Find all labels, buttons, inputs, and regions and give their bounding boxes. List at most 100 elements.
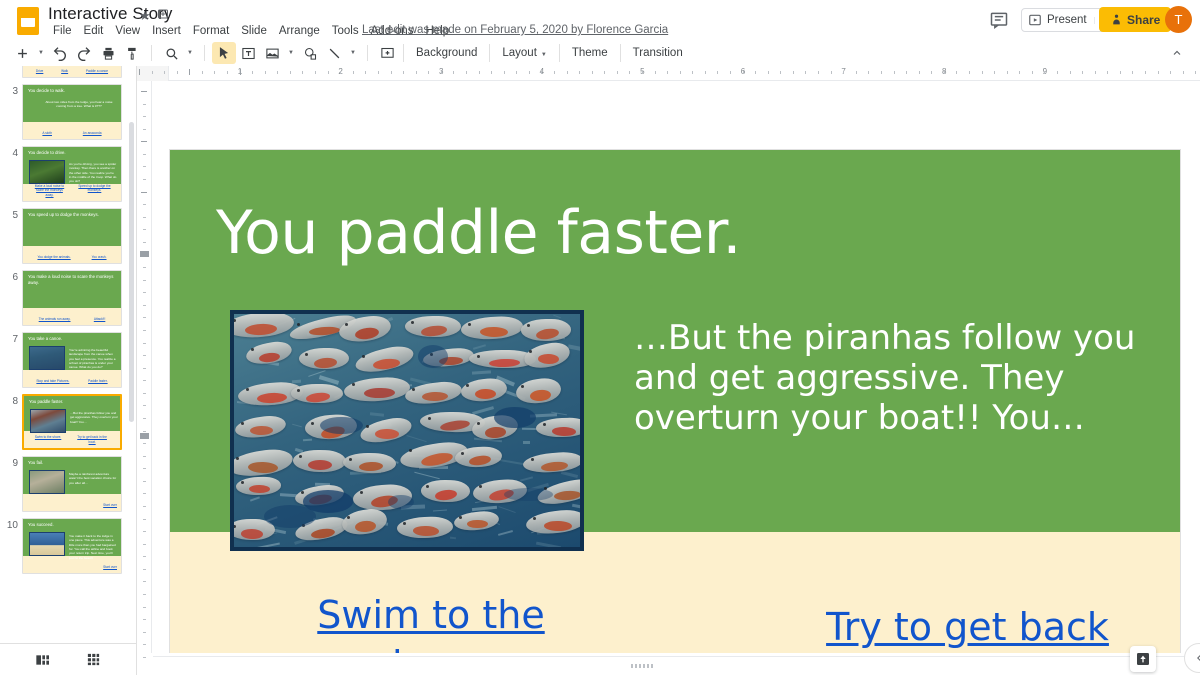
menu-arrange[interactable]: Arrange: [273, 22, 326, 40]
menu-slide[interactable]: Slide: [235, 22, 273, 40]
slide-canvas[interactable]: You paddle faster. …But the piranhas fol…: [170, 150, 1180, 653]
slide-filmstrip[interactable]: 2You go on a rainforest adventure for va…: [0, 66, 137, 675]
ruler-tick: [143, 581, 146, 583]
line-icon[interactable]: [322, 42, 346, 64]
slide-thumbnail-selected[interactable]: You paddle faster. …But the piranhas foll…: [22, 394, 122, 450]
filmstrip-row[interactable]: 6 You make a loud noise to scare the monk…: [0, 264, 136, 326]
water-gap: [494, 406, 536, 429]
thumbnail-link[interactable]: Start over: [103, 503, 117, 507]
ruler-tick: [1145, 71, 1146, 74]
present-button[interactable]: Present ▼: [1021, 8, 1112, 32]
piranha-eye: [298, 455, 302, 459]
slide-thumbnail[interactable]: You speed up to dodge the monkeys. You do…: [22, 208, 122, 264]
thumbnail-link[interactable]: Walk: [61, 69, 68, 73]
slide-thumbnail[interactable]: You decide to walk. About two miles from …: [22, 84, 122, 140]
collapse-toolbar-chevron-up-icon[interactable]: [1166, 42, 1188, 64]
thumbnail-link[interactable]: Paddle a canoe: [86, 69, 108, 73]
new-slide-button[interactable]: [10, 42, 34, 64]
background-button[interactable]: Background: [408, 43, 485, 63]
undo-icon[interactable]: [48, 42, 72, 64]
image-chevron-down-icon[interactable]: ▼: [284, 42, 298, 64]
menu-file[interactable]: File: [47, 22, 78, 40]
filmstrip-row[interactable]: 8 You paddle faster. …But the piranhas fol…: [0, 388, 136, 450]
slide-thumbnail[interactable]: You fail. Maybe a rainforest adventure wa…: [22, 456, 122, 512]
comment-history-icon[interactable]: [989, 10, 1009, 30]
thumbnail-link[interactable]: Speed up to dodge the monkeys.: [78, 184, 112, 197]
filmstrip-row[interactable]: 4 You decide to drive. As you're driving, …: [0, 140, 136, 202]
ruler-tick: [315, 71, 317, 74]
ruler-tick: [994, 71, 996, 74]
add-comment-icon[interactable]: [375, 42, 399, 64]
thumbnail-link[interactable]: Stop and take Pictures.: [36, 379, 69, 383]
menu-format[interactable]: Format: [187, 22, 235, 40]
menu-view[interactable]: View: [109, 22, 146, 40]
thumbnail-title: You fail.: [28, 460, 44, 465]
choice-link-back-in-boat[interactable]: Try to get back in the boat.: [825, 603, 1110, 653]
thumbnail-link[interactable]: You crash.: [92, 255, 107, 259]
line-chevron-down-icon[interactable]: ▼: [346, 42, 360, 64]
thumbnail-link[interactable]: Swim to the shore.: [35, 435, 61, 444]
filmstrip-view-icon[interactable]: [33, 650, 53, 670]
menu-edit[interactable]: Edit: [78, 22, 110, 40]
ruler-tick: [943, 71, 945, 74]
shape-icon[interactable]: [298, 42, 322, 64]
filmstrip-row[interactable]: 2You go on a rainforest adventure for va…: [0, 66, 136, 78]
thumbnail-link[interactable]: You dodge the animals.: [37, 255, 70, 259]
thumbnail-link[interactable]: Attack!!!: [94, 317, 106, 321]
thumbnail-link[interactable]: Try to get back in the boat.: [75, 435, 109, 444]
thumbnail-link[interactable]: A sloth: [42, 131, 52, 135]
indent-marker-top[interactable]: [140, 251, 149, 257]
last-edit-link[interactable]: Last edit was made on February 5, 2020 b…: [362, 24, 668, 36]
indent-marker-bottom[interactable]: [140, 433, 149, 439]
menu-tools[interactable]: Tools: [326, 22, 365, 40]
filmstrip-row[interactable]: 7 You take a canoe. You're admiring the be…: [0, 326, 136, 388]
slide-thumbnail[interactable]: You go on a rainforest adventure for vac…: [22, 66, 122, 78]
transition-button[interactable]: Transition: [625, 43, 691, 63]
page-title[interactable]: Interactive Story: [48, 4, 173, 24]
filmstrip-row[interactable]: 3 You decide to walk. About two miles from…: [0, 78, 136, 140]
filmstrip-row[interactable]: 10 You succeed. You make it back to the lo…: [0, 512, 136, 574]
slide-thumbnail[interactable]: You decide to drive. As you're driving, y…: [22, 146, 122, 202]
share-button[interactable]: Share: [1099, 7, 1172, 32]
slide-thumbnail[interactable]: You make a loud noise to scare the monke…: [22, 270, 122, 326]
filmstrip-row[interactable]: 9 You fail. Maybe a rainforest adventure w…: [0, 450, 136, 512]
piranha-eye: [427, 416, 431, 420]
thumbnail-link[interactable]: Drive: [36, 69, 43, 73]
layout-label: Layout: [502, 47, 537, 59]
horizontal-ruler[interactable]: 123456789: [139, 66, 1200, 81]
thumbnail-link[interactable]: Start over: [103, 565, 117, 569]
slide-title-text[interactable]: You paddle faster.: [216, 198, 742, 268]
thumbnail-link[interactable]: Paddle faster.: [88, 379, 108, 383]
paint-format-icon[interactable]: [120, 42, 144, 64]
print-icon[interactable]: [96, 42, 120, 64]
grid-view-icon[interactable]: [84, 650, 104, 670]
vertical-ruler[interactable]: [137, 81, 152, 658]
avatar[interactable]: T: [1165, 6, 1192, 33]
theme-button[interactable]: Theme: [564, 43, 616, 63]
move-to-folder-icon[interactable]: [157, 8, 169, 20]
thumbnail-link[interactable]: Make a loud noise to scare the monkeys a…: [33, 184, 67, 197]
menu-insert[interactable]: Insert: [146, 22, 187, 40]
image-icon[interactable]: [260, 42, 284, 64]
slide-image-piranhas[interactable]: [230, 310, 584, 551]
water-streak: [497, 530, 513, 537]
slide-thumbnail[interactable]: You succeed. You make it back to the lodg…: [22, 518, 122, 574]
notes-resize-grip[interactable]: [153, 661, 1130, 671]
textbox-icon[interactable]: [236, 42, 260, 64]
zoom-icon[interactable]: [159, 42, 183, 64]
thumbnail-link[interactable]: An anaconda: [83, 131, 102, 135]
slide-thumbnail[interactable]: You take a canoe. You're admiring the bea…: [22, 332, 122, 388]
filmstrip-scrollbar[interactable]: [129, 66, 135, 675]
filmstrip-row[interactable]: 5 You speed up to dodge the monkeys. You d…: [0, 202, 136, 264]
redo-icon[interactable]: [72, 42, 96, 64]
explore-button[interactable]: [1130, 646, 1156, 672]
filmstrip-scroll-thumb[interactable]: [129, 122, 134, 422]
slide-canvas-area[interactable]: You paddle faster. …But the piranhas fol…: [153, 82, 1200, 653]
select-cursor-icon[interactable]: [212, 42, 236, 64]
new-slide-chevron-down-icon[interactable]: ▼: [34, 42, 48, 64]
zoom-chevron-down-icon[interactable]: ▼: [183, 42, 197, 64]
layout-button[interactable]: Layout ▼: [494, 43, 554, 63]
slide-body-text[interactable]: …But the piranhas follow you and get agg…: [634, 318, 1164, 438]
thumbnail-link[interactable]: The animals run away.: [39, 317, 71, 321]
choice-link-swim-to-shore[interactable]: Swim to the shore.: [266, 591, 596, 653]
